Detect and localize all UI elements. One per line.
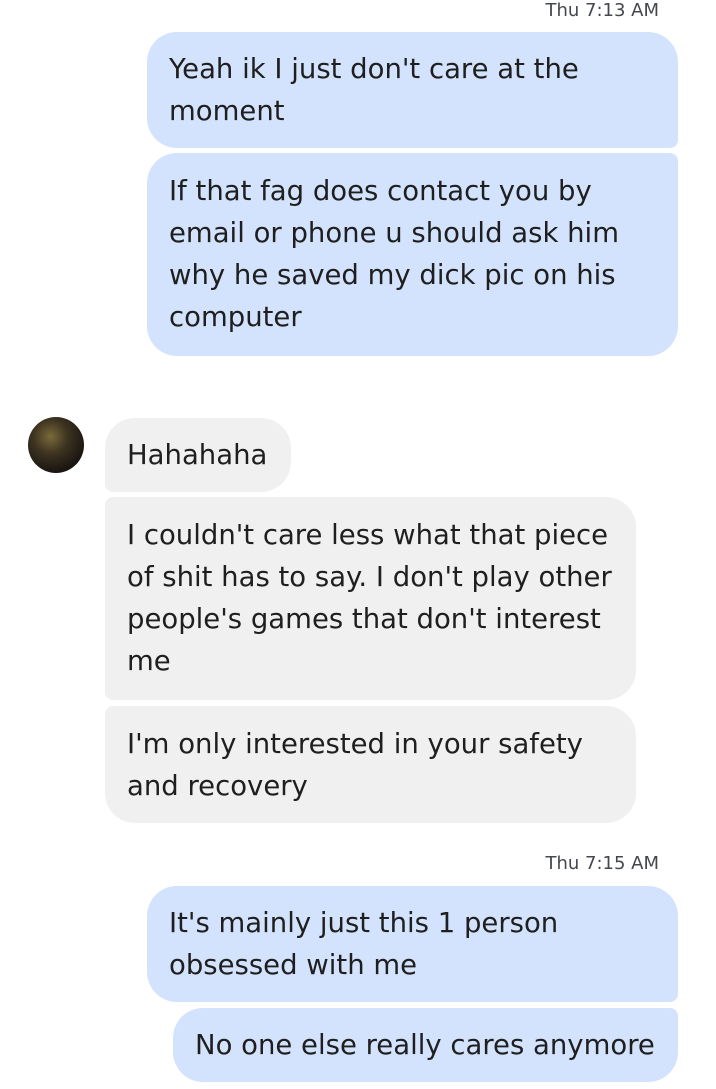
timestamp: Thu 7:15 AM [545, 853, 659, 874]
incoming-message[interactable]: I couldn't care less what that piece of … [105, 497, 636, 700]
incoming-message[interactable]: I'm only interested in your safety and r… [105, 706, 636, 823]
outgoing-message[interactable]: Yeah ik I just don't care at the moment [147, 32, 678, 148]
outgoing-message[interactable]: If that fag does contact you by email or… [147, 153, 678, 356]
outgoing-message[interactable]: It's mainly just this 1 person obsessed … [147, 886, 678, 1002]
incoming-message[interactable]: Hahahaha [105, 418, 291, 492]
outgoing-message[interactable]: No one else really cares anymore [173, 1008, 678, 1082]
timestamp: Thu 7:13 AM [545, 0, 659, 21]
contact-avatar[interactable] [28, 417, 84, 473]
